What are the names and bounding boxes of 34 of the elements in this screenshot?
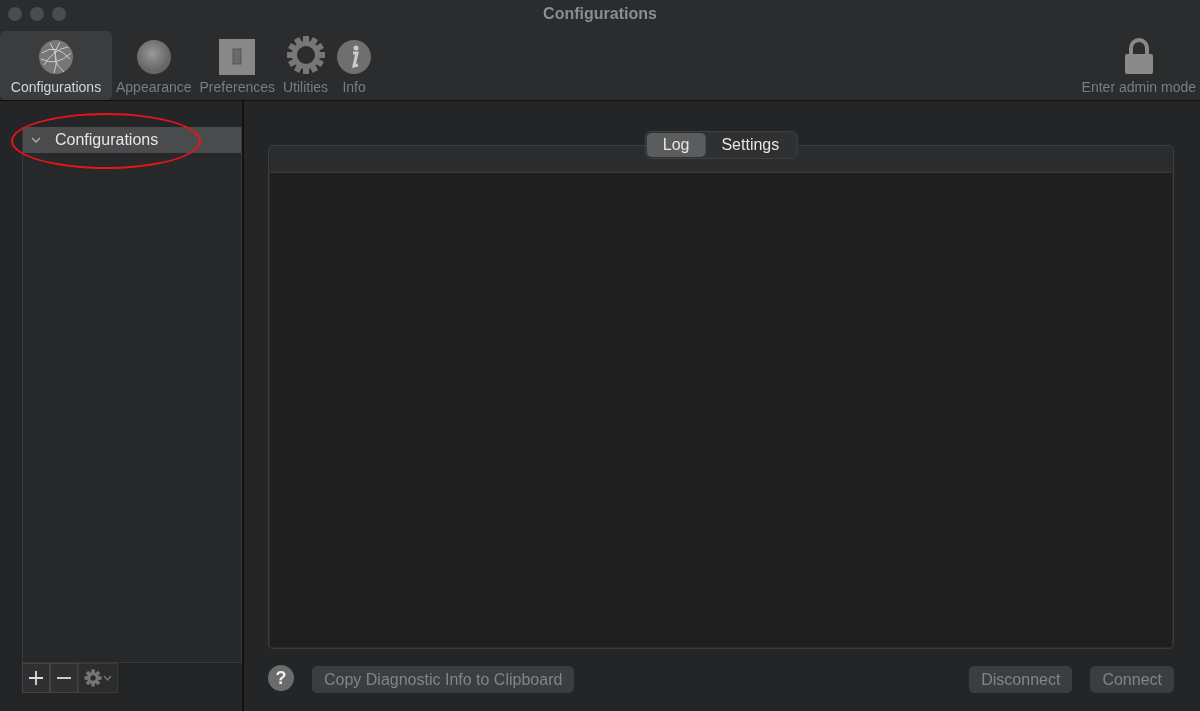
- toolbar-label: Enter admin mode: [1081, 79, 1196, 95]
- sphere-icon: [135, 39, 172, 75]
- remove-button[interactable]: [50, 663, 78, 693]
- add-button[interactable]: [22, 663, 50, 693]
- toolbar-tab[interactable]: Utilities: [279, 31, 333, 100]
- window-control[interactable]: [52, 7, 66, 21]
- lock-icon: [1122, 37, 1155, 75]
- toolbar-label: Appearance: [116, 79, 192, 95]
- toolbar-tab[interactable]: Configurations: [0, 31, 112, 100]
- toolbar-label: Preferences: [199, 79, 275, 95]
- help-button[interactable]: ?: [268, 665, 294, 691]
- toolbar-tab[interactable]: Info: [332, 31, 377, 100]
- gear-icon: [285, 35, 326, 75]
- caret-icon: [103, 675, 112, 681]
- segment-tab[interactable]: Log: [646, 133, 706, 157]
- admin-mode-button[interactable]: Enter admin mode: [1077, 31, 1200, 100]
- window-title: Configurations: [542, 5, 658, 23]
- switch-icon: [219, 39, 256, 75]
- minus-icon: [56, 677, 72, 679]
- toolbar-label: Configurations: [10, 79, 102, 95]
- plus-icon: [28, 670, 44, 686]
- toolbar-label: Info: [342, 79, 366, 95]
- gear-icon: [84, 669, 102, 687]
- window-control[interactable]: [8, 7, 22, 21]
- globe-icon: [38, 39, 74, 75]
- toolbar-label: Utilities: [283, 79, 329, 95]
- segment-tab[interactable]: Settings: [705, 133, 796, 157]
- window-control[interactable]: [30, 7, 44, 21]
- toolbar-tab[interactable]: Preferences: [195, 31, 279, 100]
- sidebar-label: Configurations: [55, 131, 159, 149]
- sidebar-item[interactable]: Configurations: [23, 127, 241, 153]
- chevron-icon[interactable]: [31, 135, 41, 145]
- info-icon: [336, 39, 373, 75]
- toolbar-tab[interactable]: Appearance: [112, 31, 196, 100]
